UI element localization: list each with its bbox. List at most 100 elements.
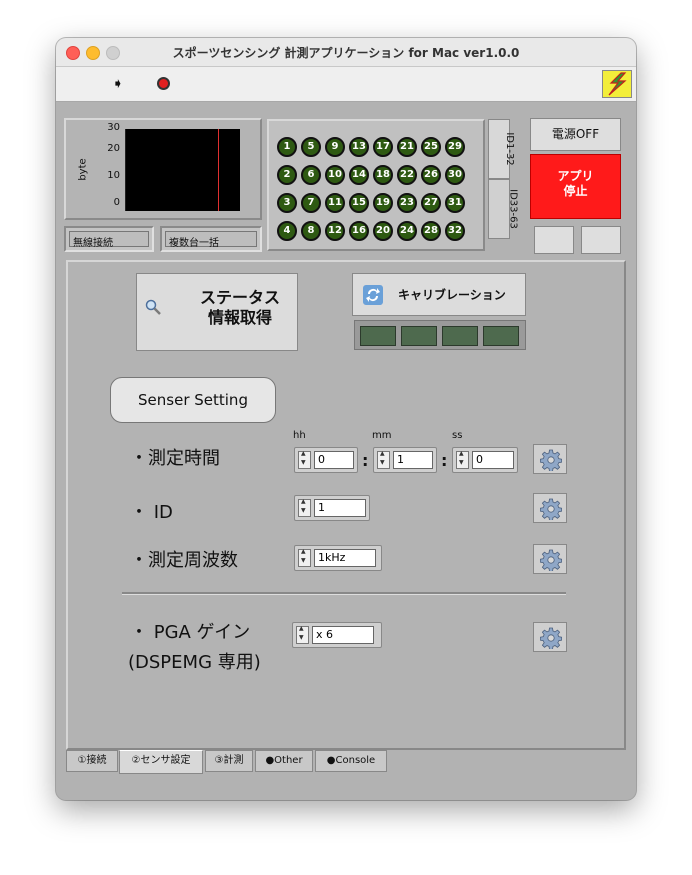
get-status-label-line2: 情報取得: [207, 308, 272, 327]
sensor-id-button[interactable]: 5: [301, 137, 321, 157]
frequency-label: ・測定周波数: [130, 550, 238, 571]
prev-button[interactable]: [534, 226, 574, 254]
sensor-id-button[interactable]: 16: [349, 221, 369, 241]
frequency-stepper-group: 1kHz: [294, 545, 382, 571]
sensor-id-button[interactable]: 4: [277, 221, 297, 241]
sensor-id-button[interactable]: 12: [325, 221, 345, 241]
sensor-id-button[interactable]: 24: [397, 221, 417, 241]
hours-stepper[interactable]: [298, 450, 311, 469]
sensor-id-button[interactable]: 25: [421, 137, 441, 157]
gear-icon: [540, 449, 562, 471]
sensor-id-button[interactable]: 23: [397, 193, 417, 213]
sensor-id-button[interactable]: 20: [373, 221, 393, 241]
tab-sensor-settings[interactable]: ②センサ設定: [119, 750, 203, 774]
multi-device-status-label: 複数台一括: [165, 231, 257, 249]
id-input[interactable]: 1: [314, 499, 366, 517]
title-bar: スポーツセンシング 計測アプリケーション for Mac ver1.0.0: [56, 38, 636, 67]
sensor-id-button[interactable]: 18: [373, 165, 393, 185]
time-separator: :: [441, 451, 448, 470]
hh-label: hh: [293, 430, 306, 441]
pga-stepper[interactable]: [296, 625, 309, 644]
tab-id1-32[interactable]: ID1-32: [488, 119, 515, 179]
gear-icon: [540, 549, 562, 571]
minutes-input[interactable]: 1: [393, 451, 433, 469]
sensor-id-button[interactable]: 28: [421, 221, 441, 241]
hours-input[interactable]: 0: [314, 451, 354, 469]
sensor-id-button[interactable]: 15: [349, 193, 369, 213]
calibration-button[interactable]: キャリブレーション: [352, 273, 526, 316]
tab-connect[interactable]: ①接続: [66, 750, 118, 772]
graph-cursor-line: [218, 129, 219, 211]
graph-ytick: 20: [107, 143, 120, 154]
sensor-id-button[interactable]: 32: [445, 221, 465, 241]
pga-gain-note: (DSPEMG 専用): [128, 652, 261, 673]
sensor-id-button[interactable]: 26: [421, 165, 441, 185]
ss-label: ss: [452, 430, 463, 441]
hours-stepper-group: 0: [294, 447, 358, 473]
app-stop-button[interactable]: アプリ 停止: [530, 154, 621, 219]
sensor-id-button[interactable]: 27: [421, 193, 441, 213]
sensor-id-button[interactable]: 3: [277, 193, 297, 213]
sensor-id-button[interactable]: 30: [445, 165, 465, 185]
sensor-id-button[interactable]: 31: [445, 193, 465, 213]
graph-ytick: 10: [107, 170, 120, 181]
tab-id33-63[interactable]: ID33-63: [488, 179, 518, 239]
toolbar: ➧: [56, 67, 636, 102]
sensor-id-button[interactable]: 21: [397, 137, 417, 157]
apply-frequency-button[interactable]: [533, 544, 567, 574]
calibration-label: キャリブレーション: [398, 288, 506, 302]
sensor-id-button[interactable]: 2: [277, 165, 297, 185]
sensor-id-button[interactable]: 29: [445, 137, 465, 157]
pga-input[interactable]: x 6: [312, 626, 374, 644]
sensor-id-button[interactable]: 17: [373, 137, 393, 157]
tab-console[interactable]: ●Console: [315, 750, 387, 772]
apply-time-button[interactable]: [533, 444, 567, 474]
get-status-label-line1: ステータス: [199, 288, 280, 307]
sensor-id-button[interactable]: 19: [373, 193, 393, 213]
minutes-stepper[interactable]: [377, 450, 390, 469]
senser-setting-button[interactable]: Senser Setting: [110, 377, 276, 423]
tab-id1-32-label: ID1-32: [504, 132, 516, 166]
sensor-id-button[interactable]: 14: [349, 165, 369, 185]
id-label: ・ ID: [130, 502, 173, 523]
get-status-button[interactable]: ステータス 情報取得: [136, 273, 298, 351]
measure-time-label: ・測定時間: [130, 448, 220, 469]
frequency-input[interactable]: 1kHz: [314, 549, 376, 567]
next-button[interactable]: [581, 226, 621, 254]
apply-id-button[interactable]: [533, 493, 567, 523]
graph-ytick: 30: [107, 122, 120, 133]
sensor-id-panel: 1 5 9 13 17 21 25 29 2 6 10 14 18 22 26 30 3 7 11 15 19 23 27 3…: [267, 119, 485, 251]
graph-ytick: 0: [113, 197, 120, 208]
id-stepper[interactable]: [298, 498, 311, 517]
sensor-id-button[interactable]: 8: [301, 221, 321, 241]
calibration-indicator: [483, 326, 519, 346]
power-off-button[interactable]: 電源OFF: [530, 118, 621, 151]
seconds-input[interactable]: 0: [472, 451, 514, 469]
mm-label: mm: [372, 430, 392, 441]
minutes-stepper-group: 1: [373, 447, 437, 473]
sensor-id-button[interactable]: 7: [301, 193, 321, 213]
sensor-id-button[interactable]: 1: [277, 137, 297, 157]
run-arrow-icon[interactable]: ➧: [112, 76, 124, 92]
sensor-id-button[interactable]: 10: [325, 165, 345, 185]
sensor-id-button[interactable]: 11: [325, 193, 345, 213]
sensor-id-button[interactable]: 6: [301, 165, 321, 185]
pga-stepper-group: x 6: [292, 622, 382, 648]
get-status-label: ステータス 情報取得: [185, 288, 295, 328]
app-logo-icon: [602, 70, 632, 98]
frequency-stepper[interactable]: [298, 548, 311, 567]
time-separator: :: [362, 451, 369, 470]
sensor-id-button[interactable]: 13: [349, 137, 369, 157]
id-stepper-group: 1: [294, 495, 370, 521]
tab-measure[interactable]: ③計測: [205, 750, 253, 772]
calibration-indicator: [360, 326, 396, 346]
seconds-stepper[interactable]: [456, 450, 469, 469]
sensor-id-button[interactable]: 9: [325, 137, 345, 157]
sensor-id-button[interactable]: 22: [397, 165, 417, 185]
gear-icon: [540, 627, 562, 649]
apply-pga-button[interactable]: [533, 622, 567, 652]
wireless-status-label: 無線接続: [69, 231, 149, 249]
tab-other[interactable]: ●Other: [255, 750, 313, 772]
section-divider: [122, 592, 566, 595]
stop-record-icon[interactable]: [157, 77, 170, 90]
